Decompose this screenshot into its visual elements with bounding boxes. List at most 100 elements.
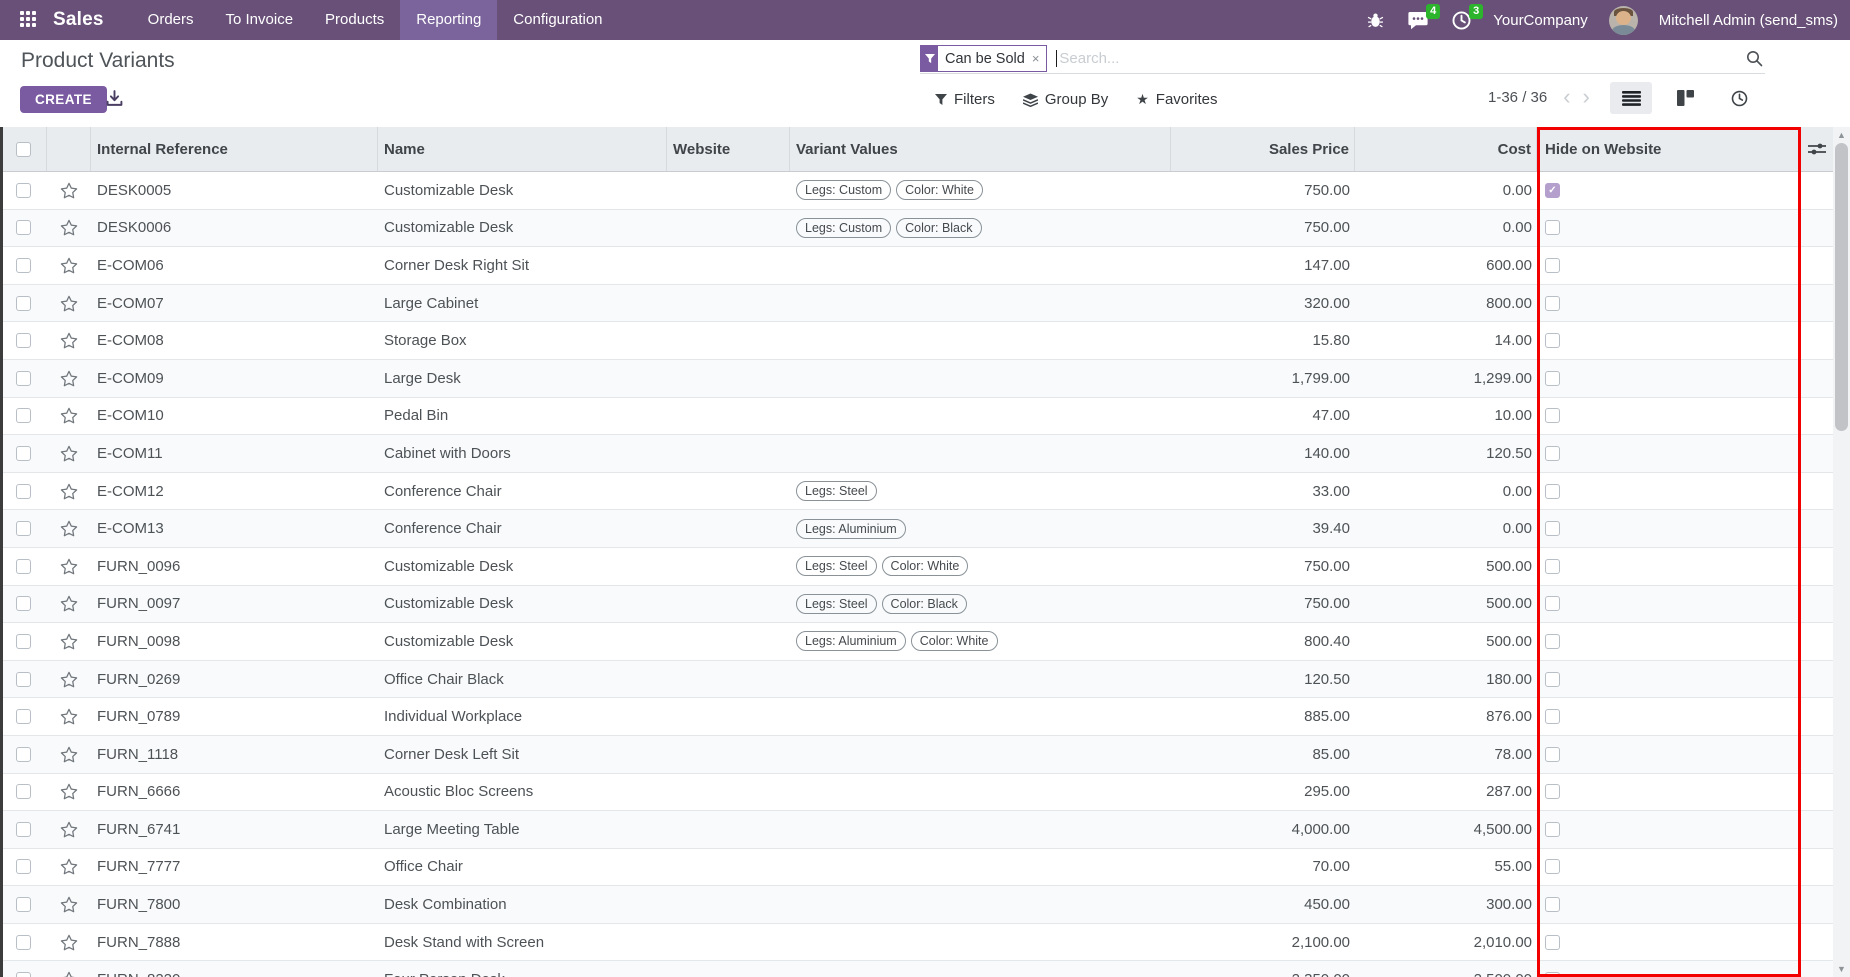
favorite-star-icon[interactable] (60, 182, 78, 199)
activities-icon[interactable]: 3 (1450, 9, 1472, 31)
app-brand[interactable]: Sales (53, 9, 104, 31)
hide-on-website-checkbox[interactable] (1545, 371, 1560, 386)
hide-on-website-checkbox[interactable] (1545, 258, 1560, 273)
hide-on-website-checkbox[interactable] (1545, 484, 1560, 499)
hide-on-website-checkbox[interactable] (1545, 822, 1560, 837)
cell-internal-reference[interactable]: FURN_7800 (91, 886, 378, 923)
cell-name[interactable]: Customizable Desk (378, 210, 667, 247)
hide-on-website-checkbox[interactable] (1545, 521, 1560, 536)
cell-name[interactable]: Conference Chair (378, 510, 667, 547)
user-menu[interactable]: Mitchell Admin (send_sms) (1659, 12, 1838, 29)
cell-internal-reference[interactable]: FURN_0096 (91, 548, 378, 585)
cell-internal-reference[interactable]: DESK0005 (91, 172, 378, 209)
company-switcher[interactable]: YourCompany (1493, 12, 1588, 29)
table-row[interactable]: FURN_0097 Customizable Desk Legs: SteelC… (0, 586, 1833, 624)
search-input[interactable] (1059, 50, 1746, 67)
table-row[interactable]: FURN_7800 Desk Combination 450.00 300.00 (0, 886, 1833, 924)
table-row[interactable]: E-COM12 Conference Chair Legs: Steel 33.… (0, 473, 1833, 511)
hide-on-website-checkbox[interactable] (1545, 333, 1560, 348)
cell-name[interactable]: Storage Box (378, 322, 667, 359)
cell-internal-reference[interactable]: E-COM10 (91, 398, 378, 435)
column-sales-price[interactable]: Sales Price (1171, 127, 1355, 171)
apps-menu-icon[interactable] (20, 11, 38, 29)
select-all-checkbox[interactable] (16, 142, 31, 157)
row-checkbox[interactable] (16, 296, 31, 311)
hide-on-website-checkbox[interactable] (1545, 296, 1560, 311)
table-row[interactable]: E-COM08 Storage Box 15.80 14.00 (0, 322, 1833, 360)
optional-columns-icon[interactable] (1808, 142, 1826, 156)
table-row[interactable]: FURN_0789 Individual Workplace 885.00 87… (0, 698, 1833, 736)
table-row[interactable]: E-COM07 Large Cabinet 320.00 800.00 (0, 285, 1833, 323)
row-checkbox[interactable] (16, 446, 31, 461)
cell-name[interactable]: Office Chair Black (378, 661, 667, 698)
menu-item-configuration[interactable]: Configuration (497, 0, 618, 40)
table-row[interactable]: FURN_1118 Corner Desk Left Sit 85.00 78.… (0, 736, 1833, 774)
cell-internal-reference[interactable]: E-COM06 (91, 247, 378, 284)
hide-on-website-checkbox[interactable] (1545, 784, 1560, 799)
favorite-star-icon[interactable] (60, 445, 78, 462)
cell-name[interactable]: Customizable Desk (378, 623, 667, 660)
table-row[interactable]: E-COM06 Corner Desk Right Sit 147.00 600… (0, 247, 1833, 285)
hide-on-website-checkbox[interactable] (1545, 709, 1560, 724)
favorite-star-icon[interactable] (60, 896, 78, 913)
hide-on-website-checkbox[interactable] (1545, 220, 1560, 235)
favorite-star-icon[interactable] (60, 219, 78, 236)
favorite-star-icon[interactable] (60, 783, 78, 800)
favorite-star-icon[interactable] (60, 671, 78, 688)
hide-on-website-checkbox[interactable] (1545, 634, 1560, 649)
row-checkbox[interactable] (16, 822, 31, 837)
row-checkbox[interactable] (16, 484, 31, 499)
cell-name[interactable]: Acoustic Bloc Screens (378, 774, 667, 811)
scrollbar-thumb[interactable] (1835, 143, 1848, 431)
menu-item-orders[interactable]: Orders (132, 0, 210, 40)
cell-name[interactable]: Office Chair (378, 849, 667, 886)
cell-internal-reference[interactable]: FURN_6741 (91, 811, 378, 848)
cell-name[interactable]: Large Desk (378, 360, 667, 397)
table-row[interactable]: FURN_7777 Office Chair 70.00 55.00 (0, 849, 1833, 887)
favorite-star-icon[interactable] (60, 971, 78, 977)
favorite-star-icon[interactable] (60, 558, 78, 575)
row-checkbox[interactable] (16, 709, 31, 724)
vertical-scrollbar[interactable]: ▲ ▼ (1833, 127, 1850, 977)
favorite-star-icon[interactable] (60, 520, 78, 537)
hide-on-website-checkbox[interactable]: ✓ (1545, 183, 1560, 198)
table-row[interactable]: E-COM11 Cabinet with Doors 140.00 120.50 (0, 435, 1833, 473)
cell-internal-reference[interactable]: E-COM13 (91, 510, 378, 547)
cell-internal-reference[interactable]: FURN_7777 (91, 849, 378, 886)
group-by-button[interactable]: Group By (1023, 91, 1108, 108)
favorite-star-icon[interactable] (60, 483, 78, 500)
cell-name[interactable]: Customizable Desk (378, 548, 667, 585)
row-checkbox[interactable] (16, 897, 31, 912)
menu-item-products[interactable]: Products (309, 0, 400, 40)
table-row[interactable]: E-COM10 Pedal Bin 47.00 10.00 (0, 398, 1833, 436)
cell-internal-reference[interactable]: FURN_7888 (91, 924, 378, 961)
user-avatar[interactable] (1609, 6, 1638, 35)
table-row[interactable]: FURN_8220 Four Person Desk 2,350.00 2,50… (0, 961, 1833, 977)
cell-internal-reference[interactable]: E-COM11 (91, 435, 378, 472)
table-row[interactable]: E-COM13 Conference Chair Legs: Aluminium… (0, 510, 1833, 548)
search-icon[interactable] (1746, 50, 1763, 67)
cell-name[interactable]: Conference Chair (378, 473, 667, 510)
cell-internal-reference[interactable]: E-COM09 (91, 360, 378, 397)
column-website[interactable]: Website (667, 127, 790, 171)
favorite-star-icon[interactable] (60, 858, 78, 875)
row-checkbox[interactable] (16, 747, 31, 762)
cell-internal-reference[interactable]: FURN_0097 (91, 586, 378, 623)
table-row[interactable]: FURN_7888 Desk Stand with Screen 2,100.0… (0, 924, 1833, 962)
row-checkbox[interactable] (16, 634, 31, 649)
favorite-star-icon[interactable] (60, 257, 78, 274)
hide-on-website-checkbox[interactable] (1545, 972, 1560, 977)
cell-name[interactable]: Cabinet with Doors (378, 435, 667, 472)
row-checkbox[interactable] (16, 371, 31, 386)
hide-on-website-checkbox[interactable] (1545, 747, 1560, 762)
cell-name[interactable]: Corner Desk Left Sit (378, 736, 667, 773)
hide-on-website-checkbox[interactable] (1545, 596, 1560, 611)
column-cost[interactable]: Cost (1355, 127, 1537, 171)
favorite-star-icon[interactable] (60, 633, 78, 650)
row-checkbox[interactable] (16, 859, 31, 874)
favorite-star-icon[interactable] (60, 332, 78, 349)
pager-previous-icon[interactable]: ‹ (1557, 86, 1576, 108)
activity-view-button[interactable] (1718, 82, 1760, 114)
cell-name[interactable]: Four Person Desk (378, 961, 667, 977)
debug-bug-icon[interactable] (1364, 9, 1386, 31)
